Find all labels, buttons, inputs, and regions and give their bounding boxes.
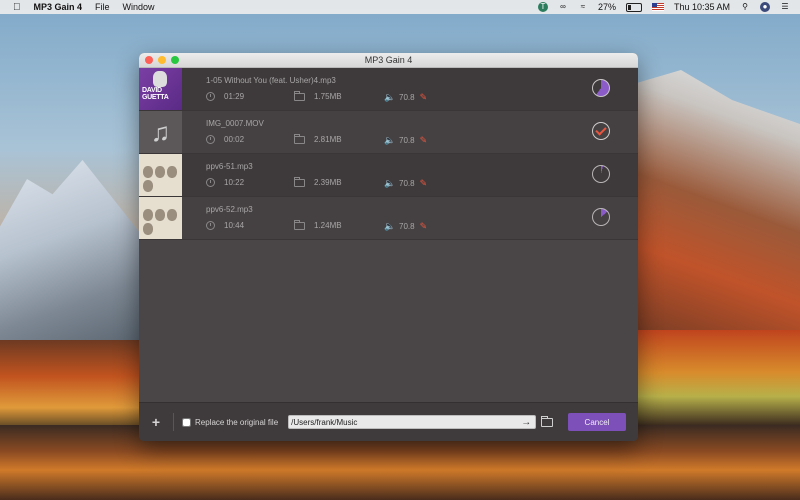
podcast-art-thumbnail	[139, 197, 182, 239]
folder-icon	[294, 219, 305, 230]
menu-window[interactable]: Window	[123, 2, 155, 12]
user-avatar-icon[interactable]: ●	[760, 2, 770, 12]
file-duration: 10:44	[224, 221, 245, 230]
folder-icon	[294, 133, 305, 144]
choose-folder-icon[interactable]	[541, 415, 554, 427]
album-art-thumbnail: DAVID GUETTA	[139, 68, 182, 110]
battery-percentage[interactable]: 27%	[598, 2, 616, 12]
edit-volume-pencil-icon[interactable]: ✎	[420, 178, 428, 189]
arrow-right-icon[interactable]: →	[517, 417, 535, 428]
file-size: 2.39MB	[314, 178, 342, 187]
target-volume: 70.8	[399, 93, 415, 102]
window-minimize-button[interactable]	[158, 56, 166, 64]
duration-group: 10:44	[206, 221, 244, 230]
target-volume: 70.8	[399, 136, 415, 145]
replace-original-label: Replace the original file	[195, 417, 279, 427]
duration-group: 10:22	[206, 178, 244, 187]
file-row[interactable]: ppv6-52.mp3 10:44 1.24MB 🔈 70.8 ✎	[139, 197, 638, 240]
file-duration: 00:02	[224, 135, 245, 144]
speaker-icon: 🔈	[384, 92, 396, 102]
window-title: MP3 Gain 4	[364, 55, 413, 65]
file-duration: 01:29	[224, 92, 245, 101]
add-files-button[interactable]: +	[139, 414, 173, 430]
window-close-button[interactable]	[145, 56, 153, 64]
file-size: 1.24MB	[314, 221, 342, 230]
file-row[interactable]: DAVID GUETTA 1-05 Without You (feat. Ush…	[139, 68, 638, 111]
clock-icon	[206, 92, 215, 101]
size-group: 1.24MB	[294, 219, 342, 230]
edit-volume-pencil-icon[interactable]: ✎	[420, 92, 428, 103]
podcast-art-faces	[143, 166, 178, 192]
volume-group: 🔈 70.8 ✎	[384, 221, 427, 232]
battery-icon[interactable]	[625, 2, 642, 12]
menubar-clock[interactable]: Thu 10:35 AM	[674, 2, 730, 12]
replace-original-checkbox[interactable]	[182, 417, 191, 427]
desktop-forest-right	[635, 330, 800, 425]
desktop-mountain-left	[0, 160, 150, 350]
file-name: ppv6-52.mp3	[206, 205, 253, 214]
duration-group: 01:29	[206, 92, 244, 101]
progress-pie-icon	[592, 208, 610, 226]
apple-menu-icon[interactable]: 	[13, 2, 21, 13]
size-group: 2.39MB	[294, 176, 342, 187]
file-row[interactable]: ♫ IMG_0007.MOV 00:02 2.81MB 🔈 70.8 ✎	[139, 111, 638, 154]
file-name: 1-05 Without You (feat. Usher)4.mp3	[206, 76, 336, 85]
album-art-caption: DAVID GUETTA	[142, 87, 169, 101]
replace-original-option[interactable]: Replace the original file	[182, 417, 279, 427]
app-status-icon[interactable]: T	[537, 2, 548, 12]
volume-group: 🔈 70.8 ✎	[384, 178, 427, 189]
music-note-thumbnail-icon: ♫	[139, 111, 182, 153]
target-volume: 70.8	[399, 222, 415, 231]
menubar:  MP3 Gain 4 File Window T ∞ ≈ 27% Thu 1…	[0, 0, 800, 14]
file-duration: 10:22	[224, 178, 245, 187]
size-group: 1.75MB	[294, 90, 342, 101]
output-path-box: →	[288, 415, 537, 429]
footer-toolbar: + Replace the original file → Cancel	[139, 402, 638, 441]
clock-icon	[206, 178, 215, 187]
file-row[interactable]: ppv6-51.mp3 10:22 2.39MB 🔈 70.8 ✎	[139, 154, 638, 197]
folder-icon	[294, 90, 305, 101]
file-size: 2.81MB	[314, 135, 342, 144]
cancel-button[interactable]: Cancel	[568, 413, 626, 431]
speaker-icon: 🔈	[384, 221, 396, 231]
folder-icon	[294, 176, 305, 187]
podcast-art-faces	[143, 209, 178, 235]
file-name: IMG_0007.MOV	[206, 119, 264, 128]
us-flag-input-icon[interactable]	[651, 3, 664, 11]
volume-group: 🔈 70.8 ✎	[384, 92, 427, 103]
app-window: MP3 Gain 4 DAVID GUETTA 1-05 Without You…	[139, 53, 638, 441]
volume-group: 🔈 70.8 ✎	[384, 135, 427, 146]
file-list: DAVID GUETTA 1-05 Without You (feat. Ush…	[139, 68, 638, 240]
output-path-field[interactable]	[289, 417, 518, 427]
duration-group: 00:02	[206, 135, 244, 144]
target-volume: 70.8	[399, 179, 415, 188]
speaker-icon: 🔈	[384, 135, 396, 145]
notification-list-icon[interactable]: ☰	[780, 2, 790, 12]
file-size: 1.75MB	[314, 92, 342, 101]
wifi-icon[interactable]: ≈	[578, 2, 588, 12]
menu-app-name[interactable]: MP3 Gain 4	[34, 2, 83, 12]
desktop-forest-left	[0, 340, 150, 430]
done-checkmark-icon	[592, 122, 610, 140]
clock-icon	[206, 135, 215, 144]
progress-pie-icon	[592, 165, 610, 183]
artist-photo	[153, 71, 167, 87]
file-name: ppv6-51.mp3	[206, 162, 253, 171]
window-zoom-button[interactable]	[171, 56, 179, 64]
progress-pie-icon	[592, 79, 610, 97]
creative-cloud-icon[interactable]: ∞	[558, 2, 568, 12]
size-group: 2.81MB	[294, 133, 342, 144]
footer-divider	[173, 413, 174, 431]
edit-volume-pencil-icon[interactable]: ✎	[420, 221, 428, 232]
list-empty-area	[139, 237, 638, 413]
desktop-mountain-right	[630, 70, 800, 370]
edit-volume-pencil-icon[interactable]: ✎	[420, 135, 428, 146]
podcast-art-thumbnail	[139, 154, 182, 196]
speaker-icon: 🔈	[384, 178, 396, 188]
clock-icon	[206, 221, 215, 230]
window-titlebar[interactable]: MP3 Gain 4	[139, 53, 638, 68]
menu-file[interactable]: File	[95, 2, 110, 12]
search-icon[interactable]: ⚲	[740, 2, 750, 12]
